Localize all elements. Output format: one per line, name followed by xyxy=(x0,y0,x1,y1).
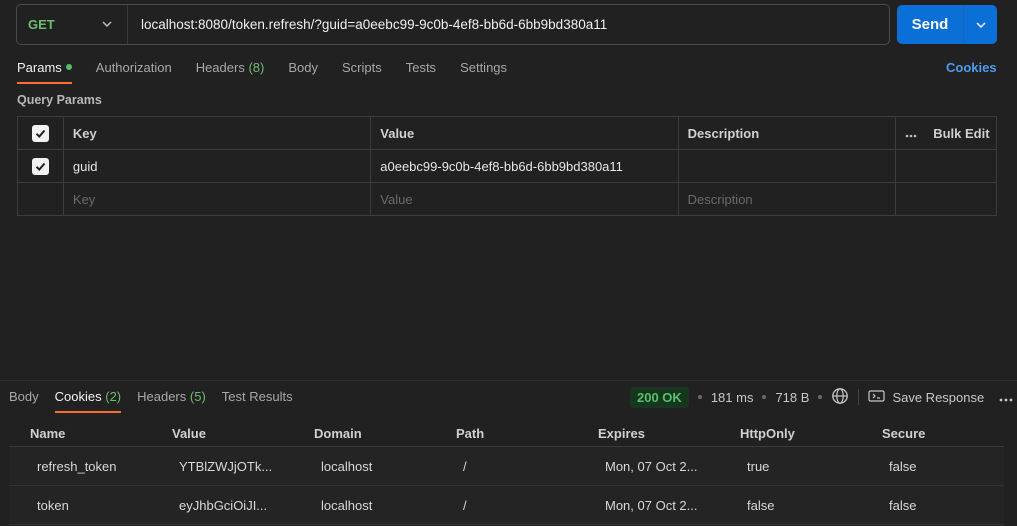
table-header-row: Key Value Description Bulk Edit xyxy=(18,117,996,150)
column-header-secure: Secure xyxy=(882,425,926,441)
tab-label: Headers xyxy=(137,389,187,404)
status-badge[interactable]: 200 OK xyxy=(630,386,689,408)
cookies-table: Name Value Domain Path Expires HttpOnly … xyxy=(9,420,1004,525)
cookie-domain: localhost xyxy=(321,458,373,474)
save-response-icon xyxy=(868,389,886,406)
tab-tests[interactable]: Tests xyxy=(406,60,436,84)
tab-settings[interactable]: Settings xyxy=(460,60,507,84)
param-key[interactable]: guid xyxy=(64,150,372,182)
cookie-name: refresh_token xyxy=(37,458,117,474)
cookie-httponly: true xyxy=(747,458,770,474)
column-header-description: Description xyxy=(679,117,897,149)
column-header-value: Value xyxy=(172,425,206,441)
request-tabs: Params Authorization Headers (8) Body Sc… xyxy=(17,60,531,84)
more-options-icon[interactable] xyxy=(999,390,1013,405)
query-params-title: Query Params xyxy=(17,93,102,107)
separator-dot xyxy=(762,395,767,399)
url-bar: GET xyxy=(16,4,890,45)
empty-checkbox-cell xyxy=(18,183,64,215)
tab-response-headers[interactable]: Headers (5) xyxy=(137,389,206,413)
tab-label: Headers xyxy=(195,60,245,75)
table-row: refresh_token YTBlZWJjOTk... localhost /… xyxy=(9,447,1004,486)
response-meta: 200 OK 181 ms 718 B Save Response xyxy=(630,386,1013,408)
param-row-empty: Key Value Description xyxy=(18,183,996,215)
tab-response-cookies[interactable]: Cookies (2) xyxy=(54,389,122,413)
tab-scripts[interactable]: Scripts xyxy=(342,60,382,84)
checkbox-checked-icon[interactable] xyxy=(31,124,49,142)
tab-test-results[interactable]: Test Results xyxy=(222,389,293,413)
key-input-placeholder[interactable]: Key xyxy=(64,183,372,215)
cookies-header-row: Name Value Domain Path Expires HttpOnly … xyxy=(9,420,1004,447)
send-button-group: Send xyxy=(897,5,997,44)
separator-dot xyxy=(697,395,702,399)
bulk-edit-button[interactable]: Bulk Edit xyxy=(933,126,989,141)
column-header-expires: Expires xyxy=(598,425,645,441)
value-input-placeholder[interactable]: Value xyxy=(371,183,679,215)
cookie-value: eyJhbGciOiJI... xyxy=(179,497,268,513)
query-params-table: Key Value Description Bulk Edit guid a0e… xyxy=(17,116,997,216)
tab-count: (5) xyxy=(189,389,206,404)
send-button[interactable]: Send xyxy=(897,5,964,44)
more-options-icon[interactable] xyxy=(905,126,917,141)
param-description[interactable] xyxy=(679,150,897,182)
tab-label: Cookies xyxy=(54,389,102,404)
tab-count: (8) xyxy=(248,60,265,75)
select-all-cell[interactable] xyxy=(18,117,64,149)
tab-body[interactable]: Body xyxy=(288,60,318,84)
tab-count: (2) xyxy=(105,389,122,404)
description-input-placeholder[interactable]: Description xyxy=(679,183,897,215)
cookie-expires: Mon, 07 Oct 2... xyxy=(605,497,698,513)
cookie-name: token xyxy=(37,497,69,513)
column-header-value: Value xyxy=(371,117,679,149)
pane-divider[interactable] xyxy=(0,380,1017,381)
url-input[interactable] xyxy=(128,5,889,44)
tab-headers[interactable]: Headers (8) xyxy=(196,60,265,84)
cookie-httponly: false xyxy=(747,497,775,513)
cookies-link[interactable]: Cookies xyxy=(946,60,997,75)
cookie-path: / xyxy=(463,458,467,474)
table-row: token eyJhbGciOiJI... localhost / Mon, 0… xyxy=(9,486,1004,525)
save-response-button[interactable]: Save Response xyxy=(868,389,984,406)
param-value[interactable]: a0eebc99-9c0b-4ef8-bb6d-6bb9bd380a11 xyxy=(371,150,679,182)
cookie-secure: false xyxy=(889,458,917,474)
param-row: guid a0eebc99-9c0b-4ef8-bb6d-6bb9bd380a1… xyxy=(18,150,996,183)
chevron-down-icon xyxy=(975,21,986,28)
column-header-domain: Domain xyxy=(314,425,362,441)
response-size[interactable]: 718 B xyxy=(775,390,809,405)
column-header-name: Name xyxy=(30,425,66,441)
response-tabs: Body Cookies (2) Headers (5) Test Result… xyxy=(9,389,309,413)
column-header-httponly: HttpOnly xyxy=(740,425,795,441)
tab-authorization[interactable]: Authorization xyxy=(96,60,172,84)
method-select[interactable]: GET xyxy=(17,5,128,44)
chevron-down-icon xyxy=(101,18,113,33)
save-response-label: Save Response xyxy=(892,389,985,405)
send-options-button[interactable] xyxy=(964,5,997,44)
cookie-value: YTBlZWJjOTk... xyxy=(179,458,273,474)
tab-response-body[interactable]: Body xyxy=(9,389,39,413)
params-active-dot xyxy=(65,63,72,70)
param-checkbox-cell[interactable] xyxy=(18,150,64,182)
vertical-separator xyxy=(858,389,860,405)
empty-extra-cell xyxy=(896,183,996,215)
cookie-expires: Mon, 07 Oct 2... xyxy=(605,458,698,474)
cookie-path: / xyxy=(463,497,467,513)
param-extra-cell xyxy=(896,150,996,182)
globe-icon[interactable] xyxy=(831,387,849,408)
bulk-edit-area: Bulk Edit xyxy=(896,117,996,149)
checkbox-checked-icon[interactable] xyxy=(31,157,49,175)
cookie-secure: false xyxy=(889,497,917,513)
column-header-path: Path xyxy=(456,425,485,441)
tab-params[interactable]: Params xyxy=(17,60,72,84)
tab-label: Params xyxy=(17,60,62,75)
separator-dot xyxy=(818,395,823,399)
cookie-domain: localhost xyxy=(321,497,373,513)
response-time[interactable]: 181 ms xyxy=(711,390,754,405)
column-header-key: Key xyxy=(64,117,372,149)
method-label: GET xyxy=(28,17,55,32)
